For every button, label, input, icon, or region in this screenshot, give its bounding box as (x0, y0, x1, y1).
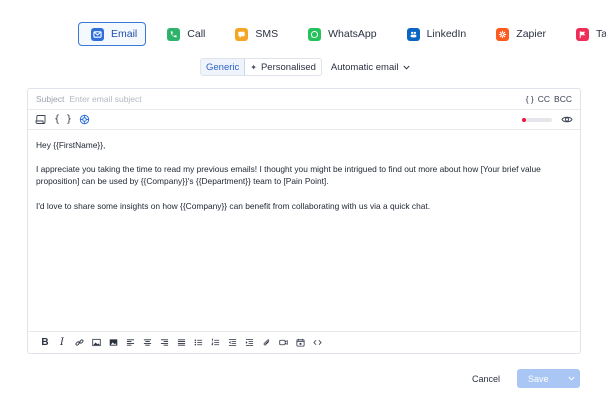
mode-selector: Generic ✦ Personalised Automatic email (200, 58, 411, 76)
tab-label: Call (187, 28, 206, 40)
chevron-down-icon[interactable] (562, 376, 580, 381)
variables-braces-button[interactable]: { } (526, 94, 534, 104)
tab-zapier[interactable]: Zapier (483, 22, 555, 46)
attachment-icon[interactable] (260, 337, 272, 349)
chat-bubble-icon (235, 27, 249, 41)
align-left-icon[interactable] (124, 337, 136, 349)
automatic-email-label: Automatic email (330, 61, 399, 73)
zapier-icon (496, 27, 510, 41)
tab-label: SMS (255, 28, 279, 40)
indent-decrease-icon[interactable] (226, 337, 238, 349)
email-editor: Subject { } CC BCC { } Hey {{FirstName}}… (27, 88, 581, 354)
mode-generic[interactable]: Generic (201, 59, 246, 75)
variables-icon[interactable]: { } (54, 114, 72, 125)
spam-score-bar (522, 117, 552, 122)
align-justify-icon[interactable] (175, 337, 187, 349)
save-label: Save (528, 373, 549, 384)
ai-assistant-icon[interactable] (79, 114, 90, 125)
tab-whatsapp[interactable]: WhatsApp (295, 22, 385, 46)
tab-linkedin[interactable]: LinkedIn (394, 22, 476, 46)
body-paragraph: Hey {{FirstName}}, (36, 140, 106, 150)
personalisation-toggle: Generic ✦ Personalised (200, 58, 322, 76)
body-paragraph: I'd love to share some insights on how {… (36, 200, 431, 211)
flag-icon (576, 27, 590, 41)
formatting-toolbar: B I (28, 331, 580, 353)
tab-task[interactable]: Task (563, 22, 606, 46)
mode-generic-label: Generic (206, 61, 240, 73)
tab-label: LinkedIn (426, 28, 467, 40)
automatic-email-dropdown[interactable]: Automatic email (331, 62, 411, 73)
eye-icon[interactable] (561, 111, 573, 129)
subject-label: Subject (36, 94, 65, 104)
preview-controls (522, 111, 573, 129)
chevron-down-icon (403, 65, 411, 70)
tab-email[interactable]: Email (78, 22, 147, 46)
subject-row: Subject { } CC BCC (28, 89, 580, 110)
calendar-icon[interactable] (294, 337, 306, 349)
subject-input[interactable] (69, 94, 522, 104)
phone-icon (167, 27, 181, 41)
template-scroll-icon[interactable] (35, 114, 47, 125)
sparkle-icon: ✦ (250, 62, 257, 72)
gallery-icon[interactable] (107, 337, 119, 349)
image-icon[interactable] (90, 337, 102, 349)
tab-label: Zapier (516, 28, 547, 40)
email-body[interactable]: Hey {{FirstName}}, I appreciate you taki… (28, 130, 580, 212)
envelope-icon (91, 27, 104, 41)
align-right-icon[interactable] (158, 337, 170, 349)
tab-sms[interactable]: SMS (222, 22, 287, 46)
cc-button[interactable]: CC (538, 94, 550, 104)
tab-call[interactable]: Call (154, 22, 214, 46)
spam-score-fill (522, 117, 526, 122)
tab-label: Email (111, 28, 138, 40)
align-center-icon[interactable] (141, 337, 153, 349)
bulleted-list-icon[interactable] (192, 337, 204, 349)
whatsapp-icon (308, 27, 322, 41)
mode-personalised[interactable]: ✦ Personalised (245, 59, 321, 75)
numbered-list-icon[interactable] (209, 337, 221, 349)
tab-label: Task (596, 28, 606, 40)
italic-icon[interactable]: I (56, 337, 68, 349)
editor-top-toolbar: { } (28, 110, 580, 130)
code-icon[interactable] (311, 337, 323, 349)
linkedin-icon (406, 27, 420, 41)
save-button[interactable]: Save (517, 369, 580, 388)
body-paragraph: I appreciate you taking the time to read… (36, 164, 541, 187)
tab-label: WhatsApp (328, 28, 377, 40)
video-icon[interactable] (277, 337, 289, 349)
recipients-options: { } CC BCC (522, 94, 572, 104)
cancel-button[interactable]: Cancel (472, 374, 500, 384)
indent-increase-icon[interactable] (243, 337, 255, 349)
link-icon[interactable] (73, 337, 85, 349)
bcc-button[interactable]: BCC (554, 94, 572, 104)
mode-personalised-label: Personalised (260, 61, 316, 73)
bold-icon[interactable]: B (39, 337, 51, 349)
channel-tabs: Email Call SMS WhatsApp LinkedIn Zapier (78, 22, 606, 46)
